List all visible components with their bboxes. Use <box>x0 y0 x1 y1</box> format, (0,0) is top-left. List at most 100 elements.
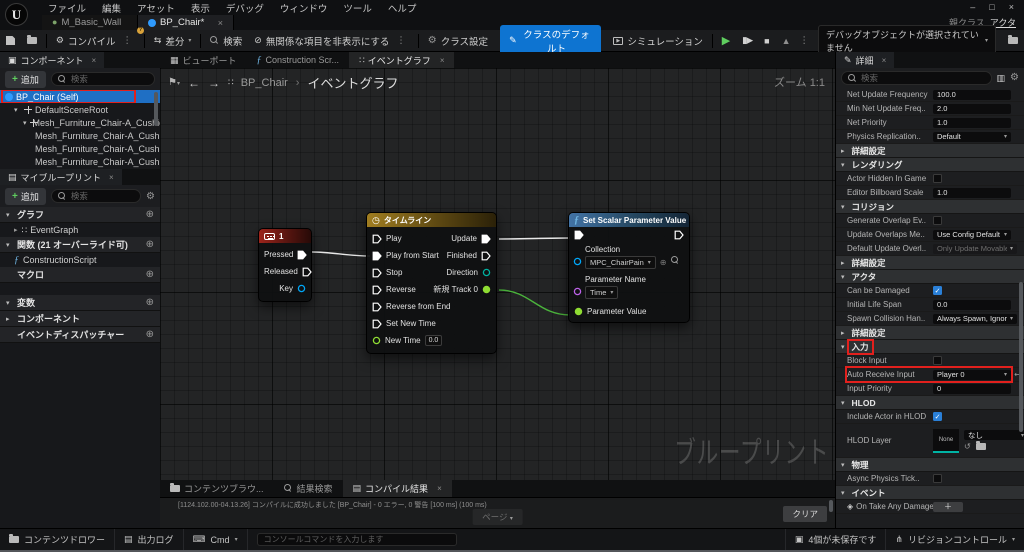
exec-pin[interactable] <box>372 251 382 261</box>
components-search-input[interactable] <box>71 74 148 84</box>
tree-row[interactable]: Mesh_Furniture_Chair-A_Cushion <box>0 142 160 155</box>
expander-icon[interactable]: ▾ <box>6 211 13 219</box>
myblueprint-item[interactable]: ƒConstructionScript <box>0 253 160 267</box>
stop-button[interactable]: ■ <box>758 30 775 51</box>
browse-icon[interactable] <box>976 443 986 450</box>
maximize-button[interactable]: □ <box>989 2 994 12</box>
add-circle-icon[interactable]: ⊕ <box>146 209 154 220</box>
details-search-input[interactable] <box>861 73 985 83</box>
breadcrumb-asset[interactable]: BP_Chair <box>241 77 288 89</box>
exec-pin[interactable] <box>372 268 382 278</box>
eject-button[interactable]: ▲ <box>776 30 797 51</box>
console-command-input[interactable] <box>257 533 457 546</box>
expander-icon[interactable]: ▾ <box>23 119 27 127</box>
menu-ウィンドウ[interactable]: ウィンドウ <box>272 1 336 15</box>
details-section[interactable]: ▸詳細設定 <box>836 256 1024 270</box>
close-icon[interactable]: × <box>109 173 114 182</box>
exec-pin[interactable] <box>481 251 491 261</box>
enum-pin[interactable] <box>482 268 491 277</box>
exec-pin[interactable] <box>372 285 382 295</box>
browse-asset-button[interactable] <box>21 30 43 51</box>
tab-ビューポート[interactable]: ▦ビューポート <box>160 52 247 68</box>
log-scrollbar[interactable] <box>829 500 833 512</box>
expander-icon[interactable]: ▾ <box>14 106 21 114</box>
myblueprint-search-input[interactable] <box>71 191 134 201</box>
close-icon[interactable]: × <box>92 56 97 65</box>
detail-dropdown[interactable]: Default▾ <box>933 132 1011 142</box>
hide-unrelated-options-icon[interactable]: ⋮ <box>393 35 409 46</box>
pin-value-input[interactable]: 0.0 <box>425 335 443 346</box>
tree-row[interactable]: Mesh_Furniture_Chair-A_Cushion <box>0 155 160 168</box>
components-search[interactable] <box>51 72 155 86</box>
tree-row[interactable]: ▾Mesh_Furniture_Chair-A_Cushion <box>0 116 160 129</box>
details-section[interactable]: ▾レンダリング <box>836 158 1024 172</box>
cmd-dropdown[interactable]: ⌨Cmd▾ <box>184 529 248 550</box>
diff-button[interactable]: ⇆差分▾ <box>148 30 198 51</box>
myblueprint-search[interactable] <box>51 189 141 203</box>
play-options-icon[interactable]: ⋮ <box>797 35 813 46</box>
hlod-layer-dropdown[interactable]: なし▾ <box>964 430 1024 440</box>
add-circle-icon[interactable]: ⊕ <box>146 297 154 308</box>
detail-checkbox[interactable]: ✓ <box>933 286 942 295</box>
details-section[interactable]: ▸詳細設定 <box>836 326 1024 340</box>
detail-dropdown[interactable]: Only Update Movable▾ <box>933 244 1017 254</box>
detail-checkbox[interactable] <box>933 216 942 225</box>
exec-pin[interactable] <box>372 319 382 329</box>
close-icon[interactable]: × <box>882 56 887 65</box>
tree-row[interactable]: BP_Chair (Self) <box>0 90 160 103</box>
float-pin[interactable] <box>482 285 491 294</box>
details-section[interactable]: ▸詳細設定 <box>836 144 1024 158</box>
tab-結果検索[interactable]: 結果検索 <box>274 480 343 497</box>
menu-表示[interactable]: 表示 <box>183 1 218 15</box>
menu-編集[interactable]: 編集 <box>94 1 129 15</box>
detail-dropdown[interactable]: Always Spawn, Ignore Coll▾ <box>933 314 1017 324</box>
components-scrollbar[interactable] <box>154 92 158 126</box>
details-scrollbar[interactable] <box>1019 282 1023 432</box>
close-button[interactable]: × <box>1009 2 1014 12</box>
detail-value-input[interactable]: 1.0 <box>933 118 1011 128</box>
revision-control-button[interactable]: ⋔リビジョンコントロール▾ <box>885 529 1024 550</box>
node-timeline[interactable]: ◷タイムラインPlayUpdatePlay from StartFinished… <box>366 212 497 354</box>
simulation-button[interactable]: ▶シミュレーション <box>607 30 709 51</box>
forward-arrow-icon[interactable]: → <box>208 76 220 90</box>
page-dropdown-button[interactable]: ページ ▾ <box>472 509 523 525</box>
expander-icon[interactable]: ▸ <box>6 315 13 323</box>
object-pin[interactable] <box>573 257 582 266</box>
tree-row[interactable]: Mesh_Furniture_Chair-A_Cushion <box>0 129 160 142</box>
detail-dropdown[interactable]: Use Config Default▾ <box>933 230 1011 240</box>
browse-debug-object-button[interactable] <box>1002 30 1024 51</box>
myblueprint-section[interactable]: ▸コンポーネント <box>0 311 160 327</box>
details-section[interactable]: ▾イベント <box>836 486 1024 500</box>
asset-tab[interactable]: BP_Chair*× <box>138 15 234 30</box>
gear-icon[interactable]: ⚙ <box>1010 73 1019 83</box>
close-icon[interactable]: × <box>218 18 223 28</box>
exec-pin[interactable] <box>574 230 584 240</box>
hlod-thumbnail[interactable]: None <box>933 429 959 453</box>
menu-アセット[interactable]: アセット <box>129 1 183 15</box>
node-header[interactable]: 1 <box>259 229 311 243</box>
exec-pin[interactable] <box>674 230 684 240</box>
details-section[interactable]: ▾HLOD <box>836 396 1024 410</box>
node-header[interactable]: ƒSet Scalar Parameter Value <box>569 213 689 227</box>
Collection-dropdown[interactable]: MPC_ChairPain▾ <box>585 256 656 269</box>
class-settings-button[interactable]: ⚙クラス設定 <box>422 30 494 51</box>
add-circle-icon[interactable]: ⊕ <box>146 239 154 250</box>
details-section[interactable]: ▾物理 <box>836 458 1024 472</box>
add-blueprint-item-button[interactable]: +追加 <box>5 188 46 205</box>
menu-デバッグ[interactable]: デバッグ <box>218 1 272 15</box>
tab-components[interactable]: ▣コンポーネント× <box>0 52 104 68</box>
back-arrow-icon[interactable]: ← <box>188 76 200 90</box>
asset-tab[interactable]: ●M_Basic_Wall <box>42 15 138 30</box>
menu-ヘルプ[interactable]: ヘルプ <box>380 1 425 15</box>
detail-checkbox[interactable]: ✓ <box>933 412 942 421</box>
add-circle-icon[interactable]: ⊕ <box>146 269 154 280</box>
myblueprint-section[interactable]: ▾グラフ⊕ <box>0 207 160 223</box>
details-section[interactable]: ▾入力 <box>836 340 1024 354</box>
detail-value-input[interactable]: 2.0 <box>933 104 1011 114</box>
details-search[interactable] <box>841 71 992 85</box>
gear-icon[interactable]: ⚙ <box>146 191 155 202</box>
detail-checkbox[interactable] <box>933 474 942 483</box>
node-input-key-1[interactable]: 1PressedReleasedKey <box>258 228 312 302</box>
exec-pin[interactable] <box>297 250 307 260</box>
detail-value-input[interactable]: 0.0 <box>933 300 1011 310</box>
